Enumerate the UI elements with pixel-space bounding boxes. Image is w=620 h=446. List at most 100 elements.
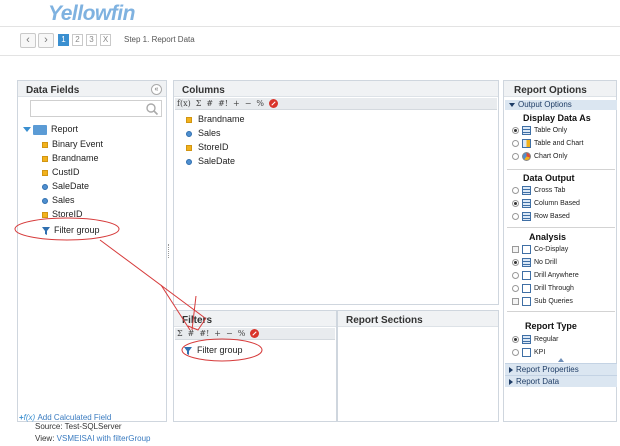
radio-button[interactable] [512,336,519,343]
column-sales[interactable]: Sales [186,128,221,138]
radio-button[interactable] [512,200,519,207]
tree-expand-icon[interactable] [23,127,31,132]
radio-button[interactable] [512,272,519,279]
stepbar-divider [0,55,620,56]
filter-icon [184,346,192,355]
radio-button[interactable] [512,285,519,292]
sum-button[interactable]: Σ [196,99,202,108]
radio-button[interactable] [512,127,519,134]
radio-button[interactable] [512,153,519,160]
crosstab-icon [522,186,531,195]
checkbox[interactable] [512,246,519,253]
back-button[interactable]: ‹ [20,33,36,48]
field-custid[interactable]: CustID [42,167,80,177]
step-3-button[interactable]: 3 [86,34,97,46]
radio-button[interactable] [512,259,519,266]
option-chart-only[interactable]: Chart Only [512,152,567,161]
kpi-icon [522,348,531,357]
option-table-and-chart[interactable]: Table and Chart [512,139,583,148]
option-label: Table Only [534,127,568,134]
report-sections-panel: Report Sections [337,310,499,422]
add-calculated-field-link[interactable]: +f(x) Add Calculated Field [19,413,111,422]
field-label: StoreID [52,209,83,219]
report-properties-toggle[interactable]: Report Properties [505,363,617,375]
search-icon[interactable] [145,102,159,116]
subtract-button[interactable]: − [226,329,233,338]
search-input[interactable] [30,100,162,117]
count-distinct-button[interactable]: #! [199,329,209,338]
step-exit-button[interactable]: X [100,34,111,46]
report-data-toggle[interactable]: Report Data [505,375,617,387]
option-regular[interactable]: Regular [512,335,559,344]
percent-button[interactable]: % [238,329,246,338]
count-button[interactable]: # [206,99,213,108]
option-drill-through[interactable]: Drill Through [512,284,574,293]
option-no-drill[interactable]: No Drill [512,258,557,267]
metric-icon [186,130,192,137]
co-display-icon [522,245,531,254]
yellowfin-logo: Yellowfin [48,2,135,26]
column-label: SaleDate [198,156,236,166]
radio-button[interactable] [512,187,519,194]
output-options-toggle[interactable]: Output Options [505,100,617,110]
data-fields-panel: Data Fields « Report Binary Event Brandn… [17,80,167,422]
function-button[interactable]: f(x) [177,99,191,108]
option-row-based[interactable]: Row Based [512,212,570,221]
radio-button[interactable] [512,349,519,356]
option-table-only[interactable]: Table Only [512,126,567,135]
header-divider [0,26,620,27]
count-distinct-button[interactable]: #! [218,99,228,108]
option-label: Column Based [534,200,580,207]
column-storeid[interactable]: StoreID [186,142,229,152]
option-cross-tab[interactable]: Cross Tab [512,186,565,195]
add-calculated-field-label: Add Calculated Field [37,413,112,422]
sum-button[interactable]: Σ [177,329,183,338]
collapse-panel-button[interactable]: « [151,84,162,95]
forward-button[interactable]: › [38,33,54,48]
checkbox[interactable] [512,298,519,305]
add-button[interactable]: + [233,99,240,108]
option-co-display[interactable]: Co-Display [512,245,568,254]
columns-toolbar: f(x) Σ # #! + − % [175,98,497,110]
field-brandname[interactable]: Brandname [42,153,99,163]
remove-icon[interactable] [250,329,260,338]
field-label: CustID [52,167,80,177]
option-label: No Drill [534,259,557,266]
remove-icon[interactable] [269,99,279,108]
percent-button[interactable]: % [256,99,264,108]
scroll-up-icon[interactable] [558,358,564,362]
radio-button[interactable] [512,213,519,220]
option-label: Chart Only [534,153,568,160]
option-drill-anywhere[interactable]: Drill Anywhere [512,271,579,280]
filter-icon [42,226,50,235]
filter-item-filter-group[interactable]: Filter group [184,345,243,355]
field-sales[interactable]: Sales [42,195,75,205]
chevron-right-icon [509,378,513,385]
field-filter-group[interactable]: Filter group [42,225,100,235]
field-saledate[interactable]: SaleDate [42,181,89,191]
radio-button[interactable] [512,140,519,147]
tree-root-report[interactable]: Report [33,124,78,135]
report-options-title: Report Options [514,85,587,96]
subtract-button[interactable]: − [245,99,252,108]
field-storeid[interactable]: StoreID [42,209,83,219]
tree-root-label: Report [51,124,79,134]
option-sub-queries[interactable]: Sub Queries [512,297,573,306]
view-link[interactable]: VSMEISAI with filterGroup [57,434,151,443]
display-data-as-title: Display Data As [523,113,591,123]
count-button[interactable]: # [188,329,195,338]
option-kpi[interactable]: KPI [512,348,545,357]
column-brandname[interactable]: Brandname [186,114,245,124]
column-saledate[interactable]: SaleDate [186,156,235,166]
field-binary-event[interactable]: Binary Event [42,139,103,149]
regular-report-icon [522,335,531,344]
option-column-based[interactable]: Column Based [512,199,580,208]
add-button[interactable]: + [214,329,221,338]
chevron-right-icon [509,366,513,373]
step-2-button[interactable]: 2 [72,34,83,46]
dimension-icon [42,155,48,162]
panel-resize-handle[interactable] [168,244,170,258]
step-1-button[interactable]: 1 [58,34,69,46]
report-data-label: Report Data [516,377,560,386]
pie-chart-icon [522,152,531,161]
